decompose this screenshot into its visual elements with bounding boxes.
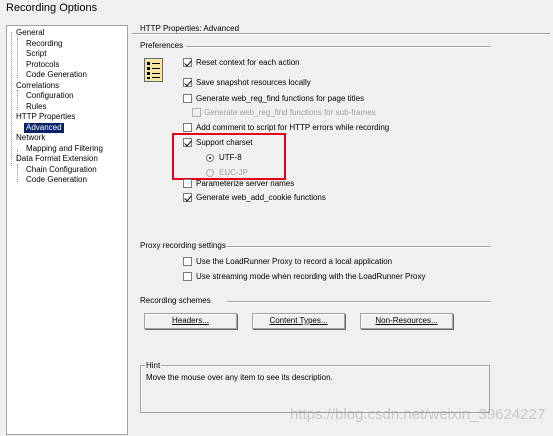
watermark-text: https://blog.csdn.net/weixin_39624227 (290, 406, 546, 423)
save-snapshot-checkbox[interactable] (183, 78, 192, 87)
add-comment-label: Add comment to script for HTTP errors wh… (196, 123, 390, 132)
web-add-cookie-checkbox[interactable] (183, 193, 192, 202)
tree-item-configuration[interactable]: Configuration (26, 91, 74, 101)
use-proxy-label: Use the LoadRunner Proxy to record a loc… (196, 257, 393, 266)
tree-item-network[interactable]: Network (16, 133, 45, 143)
headers-button-label: Headers... (172, 316, 209, 325)
use-proxy-checkbox[interactable] (183, 257, 192, 266)
web-reg-find-subframes-label: Generate web_reg_find functions for sub-… (204, 108, 376, 117)
preferences-checklist-icon (144, 58, 163, 82)
add-comment-checkbox[interactable] (183, 123, 192, 132)
reset-context-label: Reset context for each action (196, 58, 300, 67)
content-types-button-label: Content Types... (269, 316, 328, 325)
web-reg-find-label: Generate web_reg_find functions for page… (196, 94, 365, 103)
title-separator (132, 33, 550, 35)
web-reg-find-subframes-checkbox[interactable] (192, 108, 201, 117)
tree-item-recording[interactable]: Recording (26, 39, 62, 49)
reset-context-checkbox[interactable] (183, 58, 192, 67)
tree-item-http-properties[interactable]: HTTP Properties (16, 112, 75, 122)
tree-item-advanced[interactable]: Advanced (24, 123, 64, 133)
tree-item-code-generation-2[interactable]: Code Generation (26, 175, 87, 185)
recording-schemes-label: Recording schemes (140, 296, 211, 305)
content-types-button[interactable]: Content Types... (252, 313, 345, 329)
window-title: Recording Options (6, 2, 98, 14)
save-snapshot-label: Save snapshot resources locally (196, 78, 311, 87)
tree-item-mapping-filtering[interactable]: Mapping and Filtering (26, 144, 103, 154)
non-resources-button-label: Non-Resources... (375, 316, 438, 325)
hint-text: Move the mouse over any item to see its … (146, 373, 333, 382)
non-resources-button[interactable]: Non-Resources... (360, 313, 453, 329)
charset-highlight-annotation (172, 133, 286, 180)
proxy-separator (227, 246, 491, 248)
tree-item-chain-configuration[interactable]: Chain Configuration (26, 165, 97, 175)
tree-connector (17, 164, 18, 182)
preferences-label: Preferences (140, 41, 184, 50)
options-tree[interactable]: General Recording Script Protocols Code … (6, 25, 128, 435)
tree-connector (17, 90, 18, 110)
tree-connector (17, 38, 18, 78)
streaming-mode-label: Use streaming mode when recording with t… (196, 272, 426, 281)
streaming-mode-checkbox[interactable] (183, 272, 192, 281)
tree-item-rules[interactable]: Rules (26, 102, 46, 112)
preferences-separator (186, 46, 491, 48)
tree-item-data-format-extension[interactable]: Data Format Extension (16, 154, 98, 164)
tree-item-general[interactable]: General (16, 28, 44, 38)
tree-item-protocols[interactable]: Protocols (26, 60, 59, 70)
web-add-cookie-label: Generate web_add_cookie functions (196, 193, 326, 202)
parameterize-checkbox[interactable] (183, 179, 192, 188)
tree-item-code-generation[interactable]: Code Generation (26, 70, 87, 80)
hint-label: Hint (145, 361, 162, 370)
web-reg-find-checkbox[interactable] (183, 94, 192, 103)
tree-item-correlations[interactable]: Correlations (16, 81, 59, 91)
panel-title: HTTP Properties: Advanced (140, 24, 240, 33)
schemes-separator (227, 301, 491, 303)
tree-connector (11, 32, 12, 166)
headers-button[interactable]: Headers... (144, 313, 237, 329)
tree-item-script[interactable]: Script (26, 49, 46, 59)
parameterize-label: Parameterize server names (196, 179, 295, 188)
proxy-settings-label: Proxy recording settings (140, 241, 226, 250)
